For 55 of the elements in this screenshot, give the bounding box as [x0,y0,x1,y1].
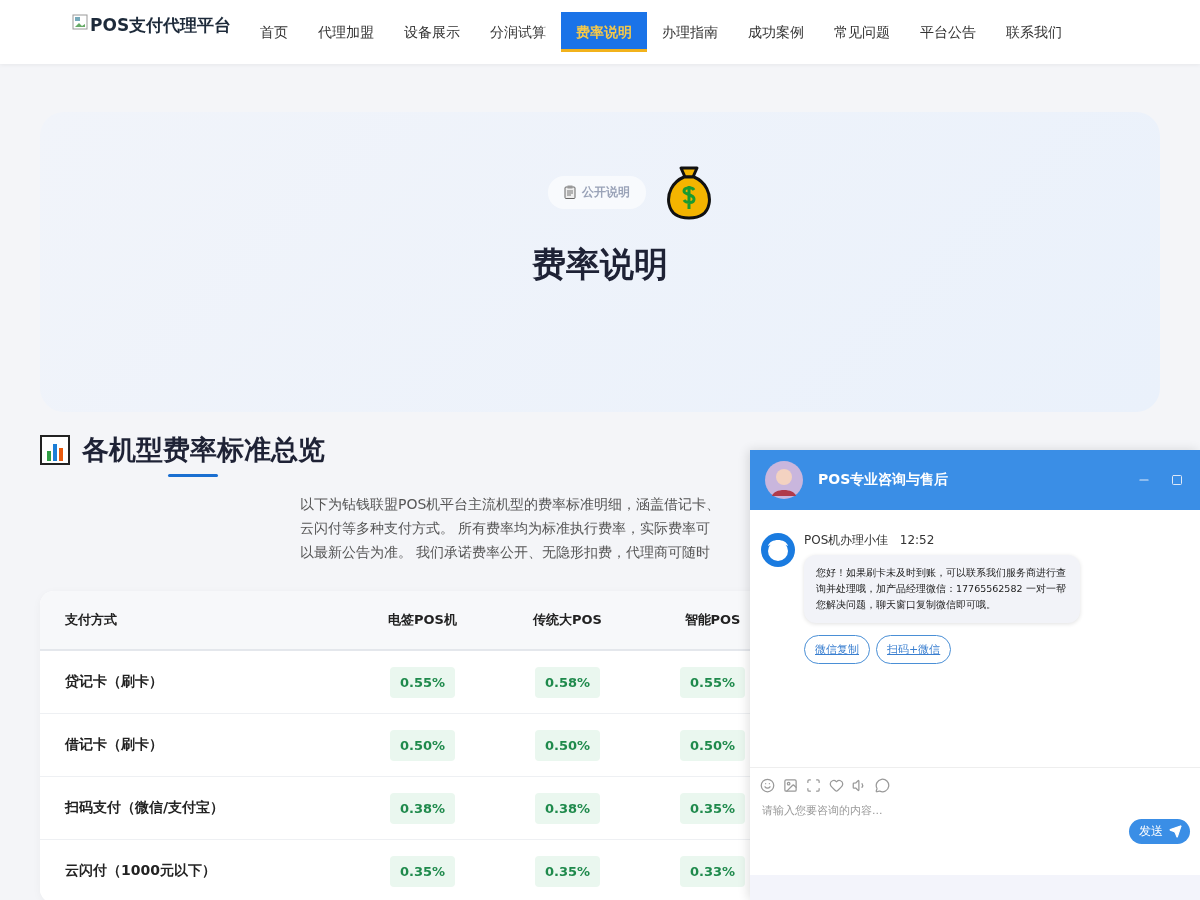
quick-reply-button[interactable]: 微信复制 [804,635,870,664]
nav-link[interactable]: 设备展示 [389,12,476,52]
money-bag-icon [666,164,712,220]
page-title: 费率说明 [532,243,668,286]
intro-text: 以下为钻钱联盟POS机平台主流机型的费率标准明细，涵盖借记卡、 [300,495,722,513]
nav-link[interactable]: 成功案例 [733,12,820,52]
intro-text: 以最新公告为准。 我们承诺费率公开、无隐形扣费，代理商可随时 [300,543,712,561]
maximize-icon[interactable] [1171,474,1183,486]
rate-tag: 0.35% [534,855,601,887]
title-underline [168,474,218,477]
intro-text: 云闪付等多种支付方式。 所有费率均为标准执行费率，实际费率可 [300,519,712,537]
rate-tag: 0.55% [679,666,746,698]
nav-link[interactable]: 代理加盟 [303,12,390,52]
emoji-icon[interactable] [760,778,775,793]
broken-image-icon [72,13,88,30]
quick-reply-button[interactable]: 扫码+微信 [876,635,952,664]
table-cell-text: 云闪付（1000元以下） [64,862,217,880]
table-cell-text: 贷记卡（刷卡） [64,673,164,691]
table-cell-text: 借记卡（刷卡） [64,736,164,754]
nav-link[interactable]: 办理指南 [647,12,734,52]
image-icon[interactable] [783,778,798,793]
avatar-icon [764,460,804,500]
column-header: 电签POS机 [388,611,457,629]
rate-tag: 0.38% [534,792,601,824]
section-title: 各机型费率标准总览 [82,433,325,467]
message-sender: POS机办理小佳 12:52 [804,532,936,549]
heart-icon[interactable] [829,778,844,793]
send-icon[interactable] [1169,825,1182,838]
avatar-icon [760,532,796,568]
screenshot-icon[interactable] [806,778,821,793]
rate-tag: 0.33% [679,855,746,887]
column-header: 支付方式 [64,611,118,629]
nav-link[interactable]: 首页 [245,12,304,52]
rate-tag: 0.50% [389,729,456,761]
chat-title: POS专业咨询与售后 [818,471,950,489]
nav-link[interactable]: 常见问题 [819,12,906,52]
chat-bubble-icon[interactable] [875,778,890,793]
nav-link[interactable]: 分润试算 [475,12,562,52]
bar-chart-icon [40,435,70,465]
rate-tag: 0.35% [679,792,746,824]
rate-tag: 0.35% [389,855,456,887]
column-header: 智能POS [684,611,741,629]
message-bubble: 您好！如果刷卡未及时到账，可以联系我们服务商进行查询并处理哦，加产品经理微信：17765562582 一对一帮您解决问题，聊天窗口复制微信即可哦。 [804,555,1080,623]
rate-tag: 0.38% [389,792,456,824]
badge-label: 公开说明 [582,183,630,201]
rate-tag: 0.50% [679,729,746,761]
nav-link[interactable]: 平台公告 [905,12,992,52]
column-header: 传统大POS [533,611,602,629]
nav-link[interactable]: 联系我们 [991,12,1078,52]
rate-tag: 0.58% [534,666,601,698]
rate-tag: 0.55% [389,666,456,698]
table-cell-text: 扫码支付（微信/支付宝） [63,799,226,817]
rate-tag: 0.50% [534,729,601,761]
clipboard-icon [564,185,576,199]
logo[interactable]: POS支付代理平台 [72,13,232,37]
